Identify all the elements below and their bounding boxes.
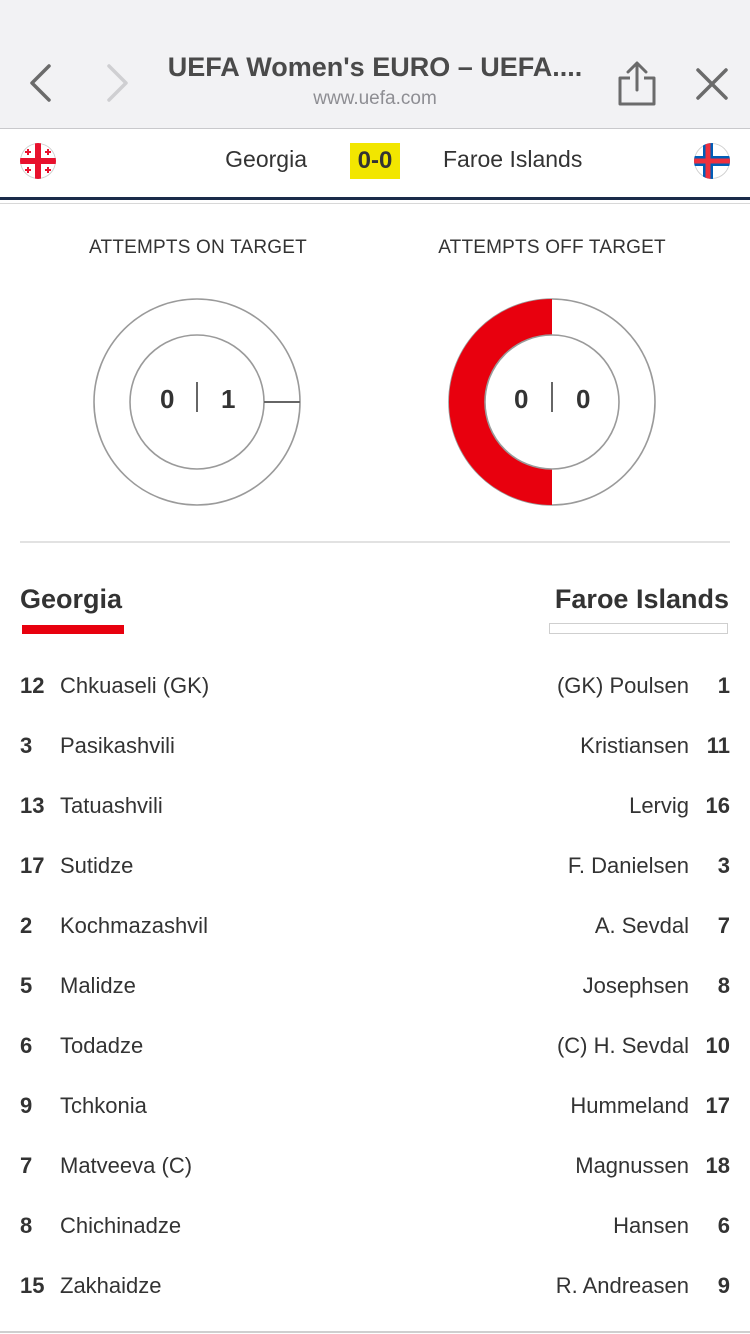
away-player-number: 16 bbox=[705, 793, 730, 818]
forward-button[interactable] bbox=[92, 58, 142, 108]
lineup-row: 15 Zakhaidze R. Andreasen 9 bbox=[0, 1257, 750, 1317]
away-player-number: 6 bbox=[717, 1213, 730, 1238]
attempts-on-target-title: ATTEMPTS ON TARGET bbox=[89, 237, 307, 258]
away-player-name[interactable]: F. Danielsen bbox=[568, 853, 689, 879]
faroe-islands-flag-icon bbox=[694, 143, 730, 179]
home-player-name[interactable]: Malidze bbox=[60, 973, 136, 999]
home-player-name[interactable]: Todadze bbox=[60, 1033, 143, 1059]
off-target-away-value: 0 bbox=[576, 384, 591, 414]
lineup-row: 8 Chichinadze Hansen 6 bbox=[0, 1197, 750, 1257]
lineup-row: 6 Todadze (C) H. Sevdal 10 bbox=[0, 1017, 750, 1077]
page-title: UEFA Women's EURO – UEFA.... bbox=[167, 52, 583, 82]
away-player-number: 8 bbox=[717, 973, 730, 998]
away-player-number: 3 bbox=[717, 853, 730, 878]
share-icon bbox=[618, 61, 656, 106]
back-button[interactable] bbox=[20, 58, 70, 108]
georgia-flag-icon bbox=[20, 143, 56, 179]
browser-toolbar: UEFA Women's EURO – UEFA.... www.uefa.co… bbox=[0, 0, 750, 129]
away-player-name[interactable]: Hansen bbox=[613, 1213, 689, 1239]
attempts-on-target-chart bbox=[93, 298, 301, 506]
away-player-name[interactable]: Lervig bbox=[629, 793, 689, 819]
away-player-name[interactable]: Hummeland bbox=[570, 1093, 689, 1119]
away-player-number: 7 bbox=[717, 913, 730, 938]
home-player-name[interactable]: Sutidze bbox=[60, 853, 133, 879]
lineup-row: 7 Matveeva (C) Magnussen 18 bbox=[0, 1137, 750, 1197]
away-player-name[interactable]: Kristiansen bbox=[580, 733, 689, 759]
home-player-number: 15 bbox=[20, 1273, 45, 1298]
home-player-number: 3 bbox=[20, 733, 33, 758]
home-player-name[interactable]: Tchkonia bbox=[60, 1093, 147, 1119]
lineup-row: 12 Chkuaseli (GK) (GK) Poulsen 1 bbox=[0, 657, 750, 717]
home-player-number: 13 bbox=[20, 793, 45, 818]
home-player-name[interactable]: Chichinadze bbox=[60, 1213, 181, 1239]
lineup-row: 2 Kochmazashvil A. Sevdal 7 bbox=[0, 897, 750, 957]
share-button[interactable] bbox=[612, 60, 662, 110]
lineup-list: 12 Chkuaseli (GK) (GK) Poulsen 1 3 Pasik… bbox=[0, 657, 750, 1317]
lineup-tab-home[interactable]: Georgia bbox=[20, 584, 122, 615]
home-player-number: 2 bbox=[20, 913, 33, 938]
away-player-number: 18 bbox=[705, 1153, 730, 1178]
bottom-divider bbox=[0, 1331, 750, 1333]
home-team-name[interactable]: Georgia bbox=[225, 146, 307, 173]
home-player-number: 5 bbox=[20, 973, 33, 998]
lineup-row: 17 Sutidze F. Danielsen 3 bbox=[0, 837, 750, 897]
lineup-row: 5 Malidze Josephsen 8 bbox=[0, 957, 750, 1017]
away-team-name[interactable]: Faroe Islands bbox=[443, 146, 582, 173]
section-divider bbox=[20, 541, 730, 543]
away-player-name[interactable]: R. Andreasen bbox=[556, 1273, 689, 1299]
home-player-name[interactable]: Kochmazashvil bbox=[60, 913, 208, 939]
away-player-number: 11 bbox=[706, 733, 730, 758]
away-player-name[interactable]: Josephsen bbox=[583, 973, 689, 999]
off-target-home-value: 0 bbox=[514, 384, 529, 414]
attempts-off-target-title: ATTEMPTS OFF TARGET bbox=[438, 237, 666, 258]
lineup-row: 13 Tatuashvili Lervig 16 bbox=[0, 777, 750, 837]
lineup-home-color-bar bbox=[22, 625, 124, 634]
lineup-row: 9 Tchkonia Hummeland 17 bbox=[0, 1077, 750, 1137]
lineup-row: 3 Pasikashvili Kristiansen 11 bbox=[0, 717, 750, 777]
home-player-name[interactable]: Tatuashvili bbox=[60, 793, 163, 819]
away-player-number: 9 bbox=[717, 1273, 730, 1298]
page-url[interactable]: www.uefa.com bbox=[150, 88, 600, 110]
home-player-number: 12 bbox=[20, 673, 45, 698]
home-player-number: 6 bbox=[20, 1033, 33, 1058]
attempts-off-target-chart bbox=[448, 298, 656, 506]
home-player-name[interactable]: Pasikashvili bbox=[60, 733, 175, 759]
away-player-number: 17 bbox=[705, 1093, 730, 1118]
lineup-away-color-bar bbox=[549, 623, 728, 634]
home-player-name[interactable]: Chkuaseli (GK) bbox=[60, 673, 209, 699]
away-player-number: 1 bbox=[717, 673, 730, 698]
header-divider bbox=[0, 203, 750, 204]
on-target-home-value: 0 bbox=[160, 384, 175, 414]
away-player-number: 10 bbox=[705, 1033, 730, 1058]
chevron-right-icon bbox=[107, 64, 128, 102]
chevron-left-icon bbox=[30, 64, 51, 102]
away-player-name[interactable]: A. Sevdal bbox=[595, 913, 689, 939]
on-target-away-value: 1 bbox=[221, 384, 236, 414]
away-player-name[interactable]: Magnussen bbox=[575, 1153, 689, 1179]
home-player-name[interactable]: Matveeva (C) bbox=[60, 1153, 192, 1179]
match-score: 0-0 bbox=[350, 143, 400, 179]
home-player-name[interactable]: Zakhaidze bbox=[60, 1273, 162, 1299]
away-player-name[interactable]: (C) H. Sevdal bbox=[557, 1033, 689, 1059]
close-icon bbox=[696, 68, 728, 100]
home-player-number: 17 bbox=[20, 853, 45, 878]
lineup-tab-away[interactable]: Faroe Islands bbox=[555, 584, 729, 615]
home-player-number: 7 bbox=[20, 1153, 33, 1178]
home-player-number: 8 bbox=[20, 1213, 33, 1238]
close-button[interactable] bbox=[690, 62, 734, 106]
home-player-number: 9 bbox=[20, 1093, 33, 1118]
away-player-name[interactable]: (GK) Poulsen bbox=[557, 673, 689, 699]
